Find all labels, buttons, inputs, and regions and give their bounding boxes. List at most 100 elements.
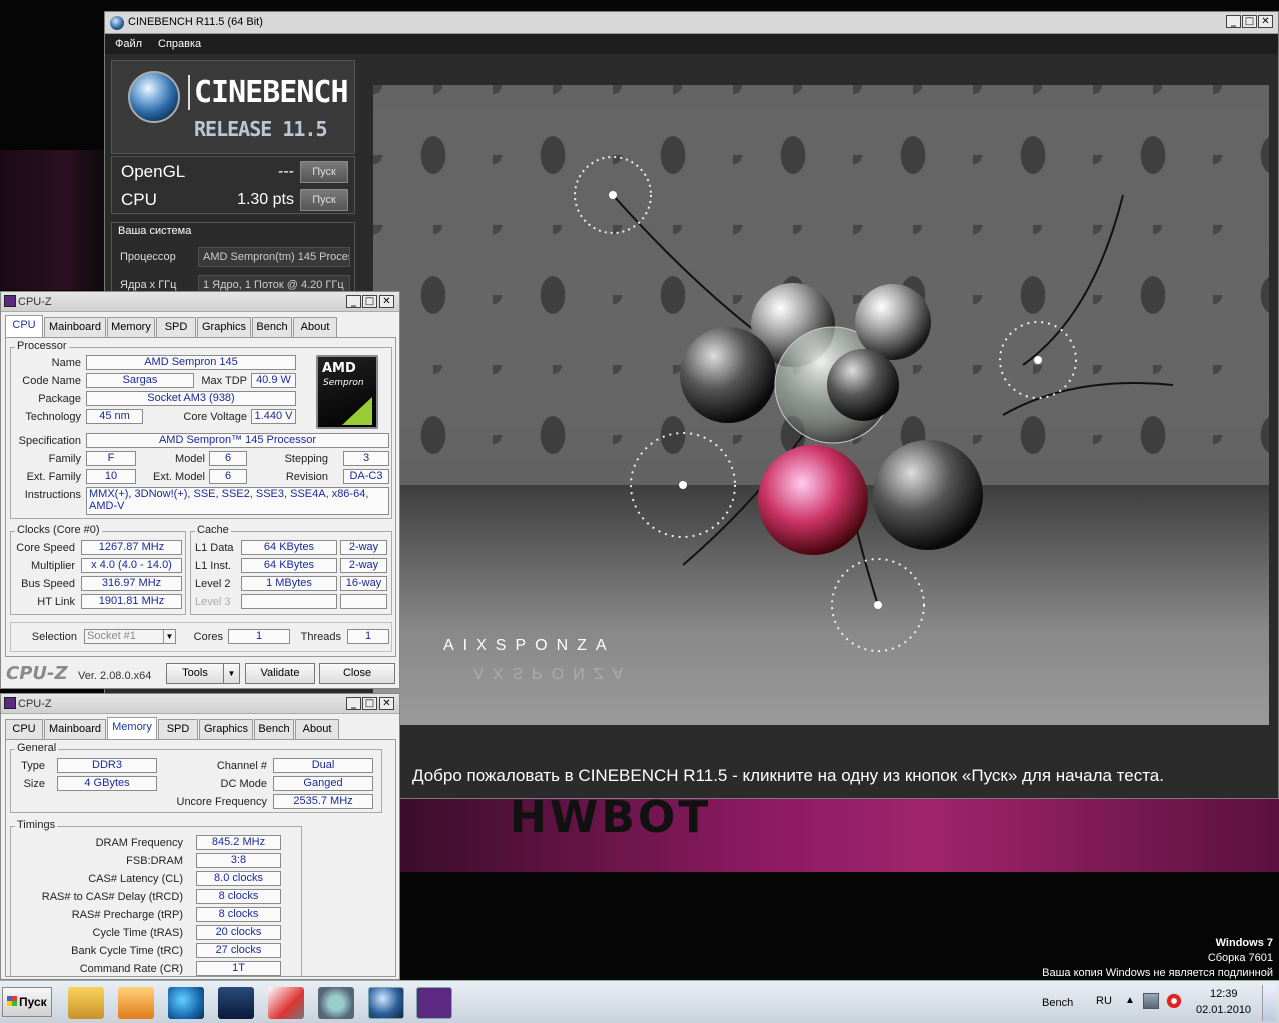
close-button[interactable]: ✕ [379, 697, 394, 710]
tab-mainboard[interactable]: Mainboard [44, 719, 106, 739]
tray-expand-icon[interactable]: ▲ [1125, 995, 1135, 1006]
timing-value-command-rate: 1T [196, 961, 281, 976]
cinebench-scores: OpenGL --- Пуск CPU 1.30 pts Пуск [111, 156, 355, 214]
close-window-button[interactable]: Close [319, 663, 395, 684]
model-label: Model [175, 453, 205, 465]
voltage-field: 1.440 V [251, 409, 296, 424]
menu-help[interactable]: Справка [158, 38, 201, 50]
snipping-icon[interactable] [268, 987, 304, 1019]
status-message: Добро пожаловать в CINEBENCH R11.5 - кли… [412, 766, 1164, 785]
threads-label: Threads [300, 631, 341, 643]
explorer-icon[interactable] [68, 987, 104, 1019]
cpuz-title-bar[interactable]: CPU-Z _ □ ✕ [1, 694, 399, 714]
voltage-label: Core Voltage [183, 411, 247, 423]
tab-about[interactable]: About [295, 719, 339, 739]
tab-spd[interactable]: SPD [158, 719, 198, 739]
maximize-button[interactable]: □ [362, 697, 377, 710]
start-button[interactable]: Пуск [2, 987, 52, 1017]
opengl-run-button[interactable]: Пуск [300, 161, 348, 183]
memory-type-label: Type [21, 760, 45, 772]
cinebench-title-bar[interactable]: CINEBENCH R11.5 (64 Bit) _ □ ✕ [105, 12, 1278, 34]
cinebench-icon[interactable] [368, 987, 404, 1019]
network-icon[interactable] [1143, 993, 1159, 1009]
opengl-row: OpenGL --- Пуск [112, 159, 354, 185]
amd-logo-triangle-icon [342, 397, 372, 425]
tab-bench[interactable]: Bench [254, 719, 294, 739]
tab-cpu[interactable]: CPU [5, 315, 43, 337]
start-label: Пуск [19, 995, 47, 1009]
ext-family-label: Ext. Family [26, 471, 81, 483]
minimize-button[interactable]: _ [346, 295, 361, 308]
volume-muted-icon[interactable] [1166, 993, 1182, 1009]
timing-value-trc: 27 clocks [196, 943, 281, 958]
ht-link-label: HT Link [37, 596, 75, 608]
windows-flag-icon [7, 996, 17, 1006]
cinebench-window-title: CINEBENCH R11.5 (64 Bit) [128, 16, 263, 28]
cinebench-logo: CINEBENCH RELEASE 11.5 [111, 60, 355, 154]
render-credit: AIXSPONZA [443, 637, 616, 654]
clock-time[interactable]: 12:39 [1210, 988, 1238, 1000]
sphere-damask [873, 440, 983, 550]
cinebench-sphere-icon [128, 71, 180, 123]
clock-date[interactable]: 02.01.2010 [1196, 1004, 1251, 1016]
threads-field: 1 [347, 629, 389, 644]
dc-mode-label: DC Mode [220, 778, 267, 790]
minimize-button[interactable]: _ [346, 697, 361, 710]
specification-label: Specification [18, 435, 81, 447]
sphere-ornate [827, 349, 899, 421]
instructions-label: Instructions [24, 489, 81, 501]
level2-field: 1 MBytes [241, 576, 337, 591]
tab-spd[interactable]: SPD [156, 317, 196, 337]
uncore-frequency-field: 2535.7 MHz [273, 794, 373, 809]
tab-memory[interactable]: Memory [107, 717, 157, 739]
cpu-row: CPU 1.30 pts Пуск [112, 187, 354, 213]
cpuz-title-bar[interactable]: CPU-Z _ □ ✕ [1, 292, 399, 312]
your-system-title: Ваша система [118, 225, 192, 237]
tab-graphics[interactable]: Graphics [199, 719, 253, 739]
edge-icon[interactable] [168, 987, 204, 1019]
taskbar: Пуск Bench RU ▲ 12:39 02.01.2010 [0, 980, 1279, 1023]
timing-value-trp: 8 clocks [196, 907, 281, 922]
language-indicator[interactable]: RU [1096, 995, 1112, 1007]
minimize-button[interactable]: _ [1226, 15, 1241, 28]
core-speed-field: 1267.87 MHz [81, 540, 182, 555]
timing-label-cas-latency: CAS# Latency (CL) [88, 873, 183, 885]
settings-icon[interactable] [318, 987, 354, 1019]
tab-graphics[interactable]: Graphics [197, 317, 251, 337]
cpu-run-button[interactable]: Пуск [300, 189, 348, 211]
close-button[interactable]: ✕ [379, 295, 394, 308]
close-button[interactable]: ✕ [1258, 15, 1273, 28]
cpuz-app-icon [4, 295, 16, 307]
memory-size-label: Size [23, 778, 45, 790]
timing-label-dram-frequency: DRAM Frequency [95, 837, 183, 849]
l1-inst-label: L1 Inst. [195, 560, 232, 572]
cpuz-version: Ver. 2.08.0.x64 [78, 670, 152, 682]
windows-notice: Ваша копия Windows не является подлинной [1042, 967, 1273, 979]
menu-file[interactable]: Файл [115, 38, 142, 50]
amd-sempron-logo: AMD Sempron [316, 355, 378, 429]
timings-group: Timings DRAM Frequency 845.2 MHz FSB:DRA… [10, 819, 302, 976]
tdp-field: 40.9 W [251, 373, 296, 388]
tools-button[interactable]: Tools [166, 663, 224, 684]
opengl-label: OpenGL [121, 162, 186, 181]
cpuz-icon[interactable] [416, 987, 452, 1019]
general-group-title: General [15, 742, 59, 754]
tab-bench[interactable]: Bench [252, 317, 292, 337]
maximize-button[interactable]: □ [1242, 15, 1257, 28]
revision-field: DA-C3 [343, 469, 389, 484]
media-player-icon[interactable] [118, 987, 154, 1019]
maximize-button[interactable]: □ [362, 295, 377, 308]
tab-cpu[interactable]: CPU [5, 719, 43, 739]
show-desktop-button[interactable] [1262, 985, 1276, 1021]
tab-memory[interactable]: Memory [107, 317, 155, 337]
windows-watermark: Windows 7 Сборка 7601 Ваша копия Windows… [1042, 936, 1273, 981]
tdp-label: Max TDP [201, 375, 247, 387]
chevron-down-icon[interactable]: ▼ [163, 630, 175, 643]
tab-mainboard[interactable]: Mainboard [44, 317, 106, 337]
tab-about[interactable]: About [293, 317, 337, 337]
validate-button[interactable]: Validate [245, 663, 315, 684]
tools-dropdown-icon[interactable]: ▼ [223, 663, 240, 684]
toolbar-bench-label[interactable]: Bench [1042, 997, 1073, 1009]
hwinfo-icon[interactable] [218, 987, 254, 1019]
channel-field: Dual [273, 758, 373, 773]
